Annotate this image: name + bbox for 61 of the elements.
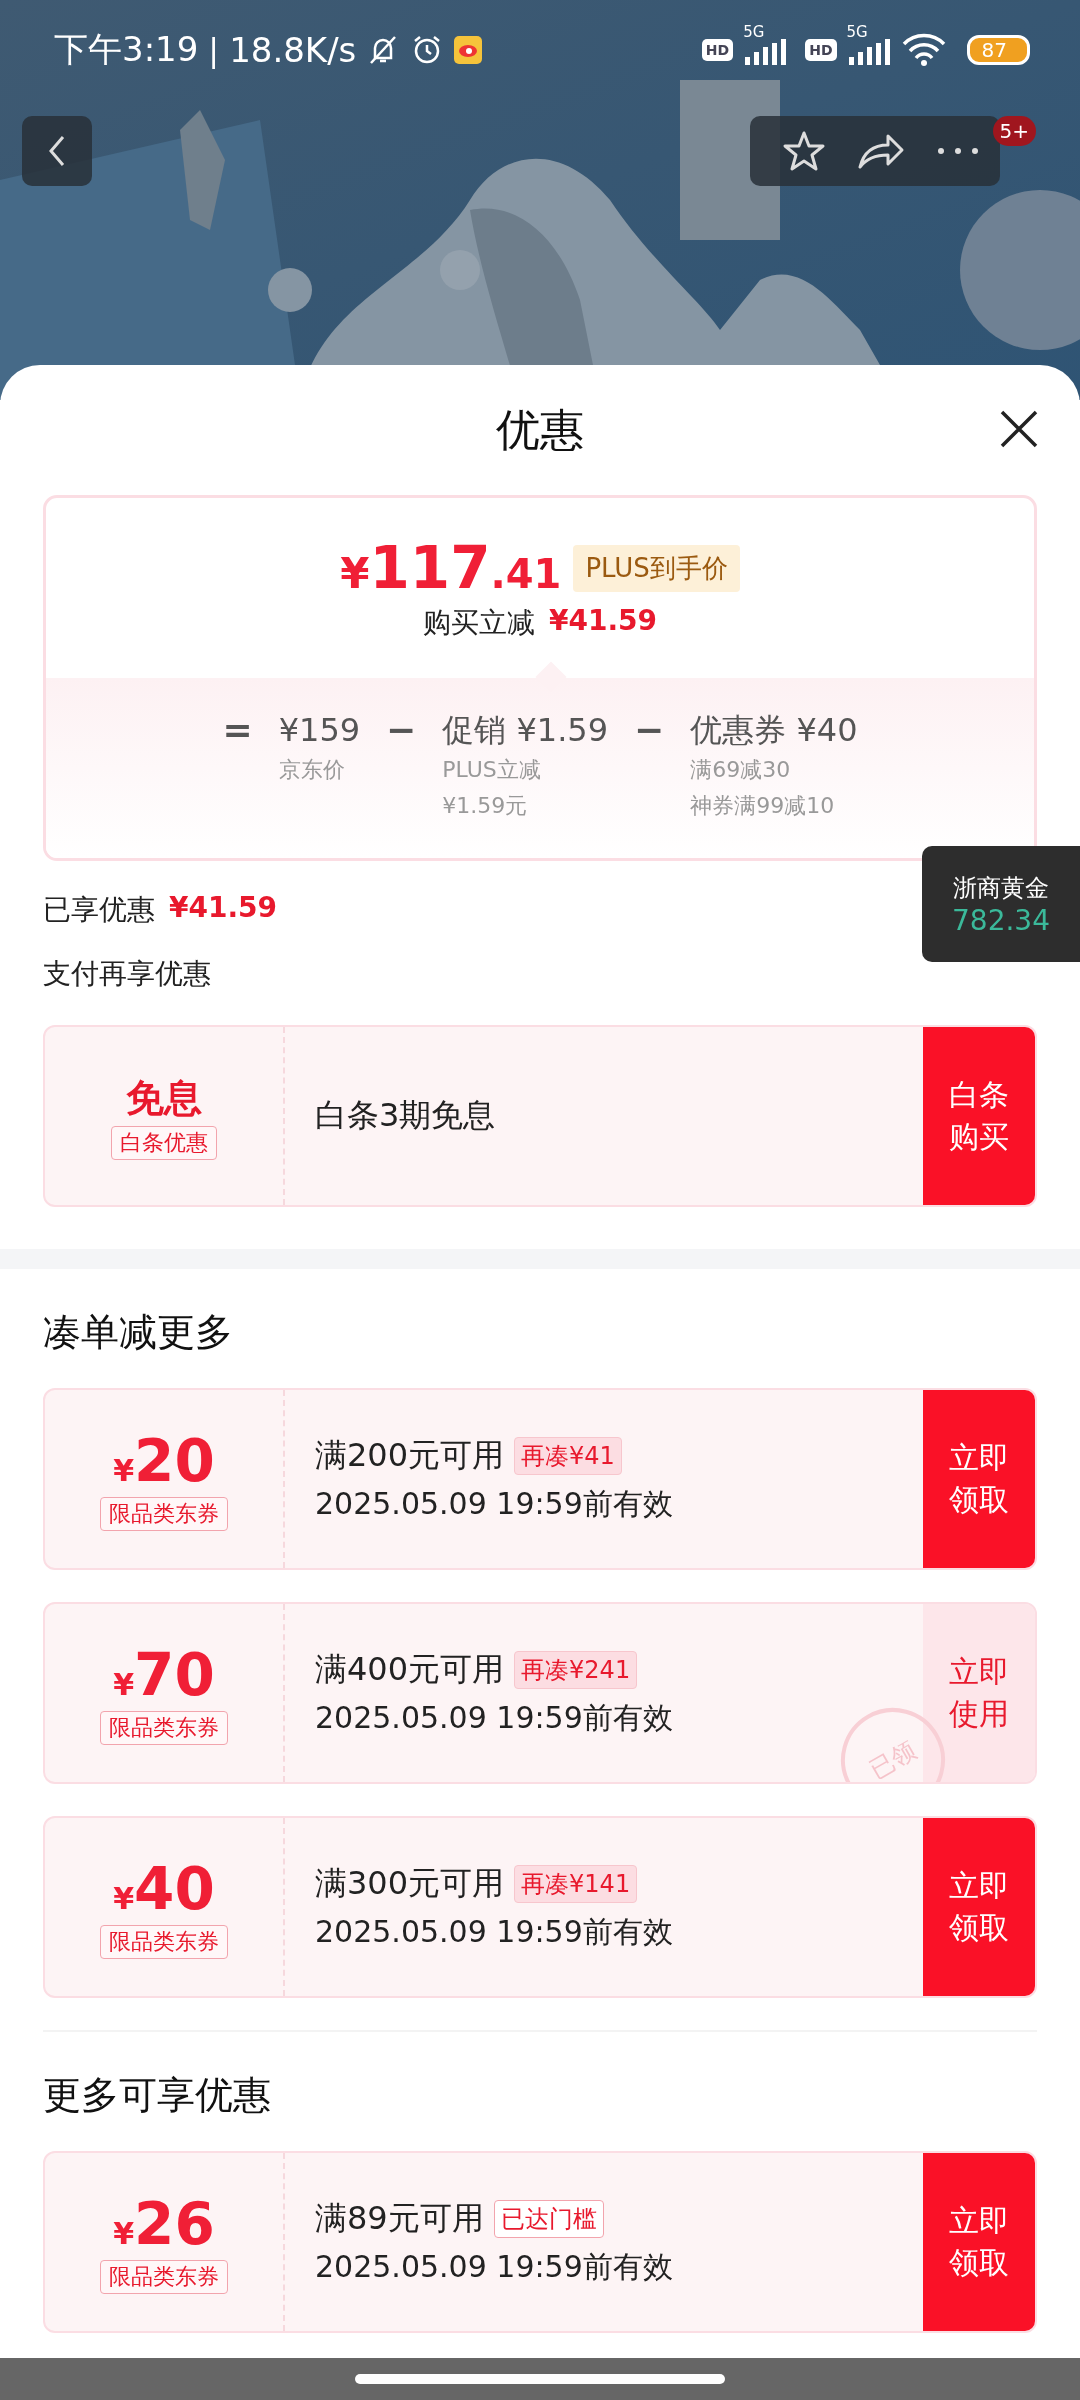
component-note: 满69减30 xyxy=(690,756,792,784)
coupon-condition: 满400元可用 xyxy=(315,1648,505,1690)
final-price: ¥117.41 xyxy=(340,534,562,602)
coupon-type-tag: 限品类东券 xyxy=(100,1711,228,1745)
coupon-action-button[interactable]: 立即领取 xyxy=(923,1390,1035,1568)
sheet-title: 优惠 xyxy=(496,402,584,457)
price-component: ¥159 xyxy=(278,710,361,751)
operator-sign: − xyxy=(634,708,665,752)
component-note: ¥1.59元 xyxy=(442,792,529,820)
coupon-value: ¥40 xyxy=(113,1855,215,1923)
coupon-validity: 2025.05.09 19:59前有效 xyxy=(315,1698,674,1737)
status-time: 下午3:19 xyxy=(54,28,199,71)
price-component: 促销 ¥1.59 xyxy=(442,710,609,751)
status-divider: | xyxy=(208,31,220,69)
hd-badge: HD xyxy=(701,39,734,61)
component-note: PLUS立减 xyxy=(442,756,542,784)
coupon-type-tag: 限品类东券 xyxy=(100,1925,228,1959)
coupon-type-tag: 限品类东券 xyxy=(100,1497,228,1531)
coupon-value: ¥20 xyxy=(113,1427,215,1495)
coupon-hint-tag: 再凑¥141 xyxy=(514,1864,638,1903)
ticker-name: 浙商黄金 xyxy=(953,872,1049,904)
hd-badge: HD xyxy=(805,39,837,61)
saving-amount: ¥41.59 xyxy=(548,604,658,639)
coupon-hint-tag: 再凑¥241 xyxy=(514,1650,638,1689)
message-badge: 5+ xyxy=(992,116,1036,146)
coupon-hint-tag: 再凑¥41 xyxy=(514,1436,622,1475)
section-heading: 更多可享优惠 xyxy=(43,2072,272,2119)
enjoyed-amount: ¥41.59 xyxy=(169,891,278,926)
coupon-action-button[interactable]: 立即领取 xyxy=(923,2153,1035,2331)
coupon-condition: 满200元可用 xyxy=(315,1434,505,1476)
offer-title: 免息 xyxy=(126,1074,202,1122)
section-heading: 凑单减更多 xyxy=(43,1309,234,1356)
offer-tag: 白条优惠 xyxy=(111,1125,217,1160)
offer-description: 白条3期免息 xyxy=(315,1095,497,1136)
coupon-action-button[interactable]: 立即领取 xyxy=(923,1818,1035,1996)
ticker-value: 782.34 xyxy=(952,903,1050,937)
network-speed: 18.8K/s xyxy=(229,30,357,70)
component-note: 京东价 xyxy=(278,756,346,784)
component-note: 神券满99减10 xyxy=(690,792,836,820)
saving-label: 购买立减 xyxy=(422,605,535,641)
price-tag: PLUS到手价 xyxy=(573,544,740,592)
coupon-hint-tag: 已达门槛 xyxy=(493,2199,604,2238)
coupon-condition: 满300元可用 xyxy=(315,1862,505,1904)
coupon-action-button[interactable]: 白条购买 xyxy=(923,1027,1035,1205)
coupon-value: ¥26 xyxy=(113,2190,215,2258)
battery-indicator: 87 xyxy=(966,35,1030,65)
operator-sign: − xyxy=(386,708,417,752)
operator-sign: = xyxy=(222,708,253,752)
coupon-condition: 满89元可用 xyxy=(315,2197,484,2239)
floating-ticker[interactable]: 浙商黄金 782.34 xyxy=(922,846,1080,962)
network-type: 5G xyxy=(743,23,765,41)
coupon-action-button[interactable]: 立即使用 xyxy=(923,1604,1035,1782)
coupon-validity: 2025.05.09 19:59前有效 xyxy=(315,2247,674,2286)
coupon-validity: 2025.05.09 19:59前有效 xyxy=(315,1484,674,1523)
enjoyed-label: 已享优惠 xyxy=(43,892,155,928)
section-label: 支付再享优惠 xyxy=(43,956,212,992)
price-component: 优惠券 ¥40 xyxy=(690,710,858,751)
coupon-validity: 2025.05.09 19:59前有效 xyxy=(315,1912,674,1951)
coupon-type-tag: 限品类东券 xyxy=(100,2260,228,2294)
coupon-value: ¥70 xyxy=(113,1641,215,1709)
network-type: 5G xyxy=(846,23,868,41)
